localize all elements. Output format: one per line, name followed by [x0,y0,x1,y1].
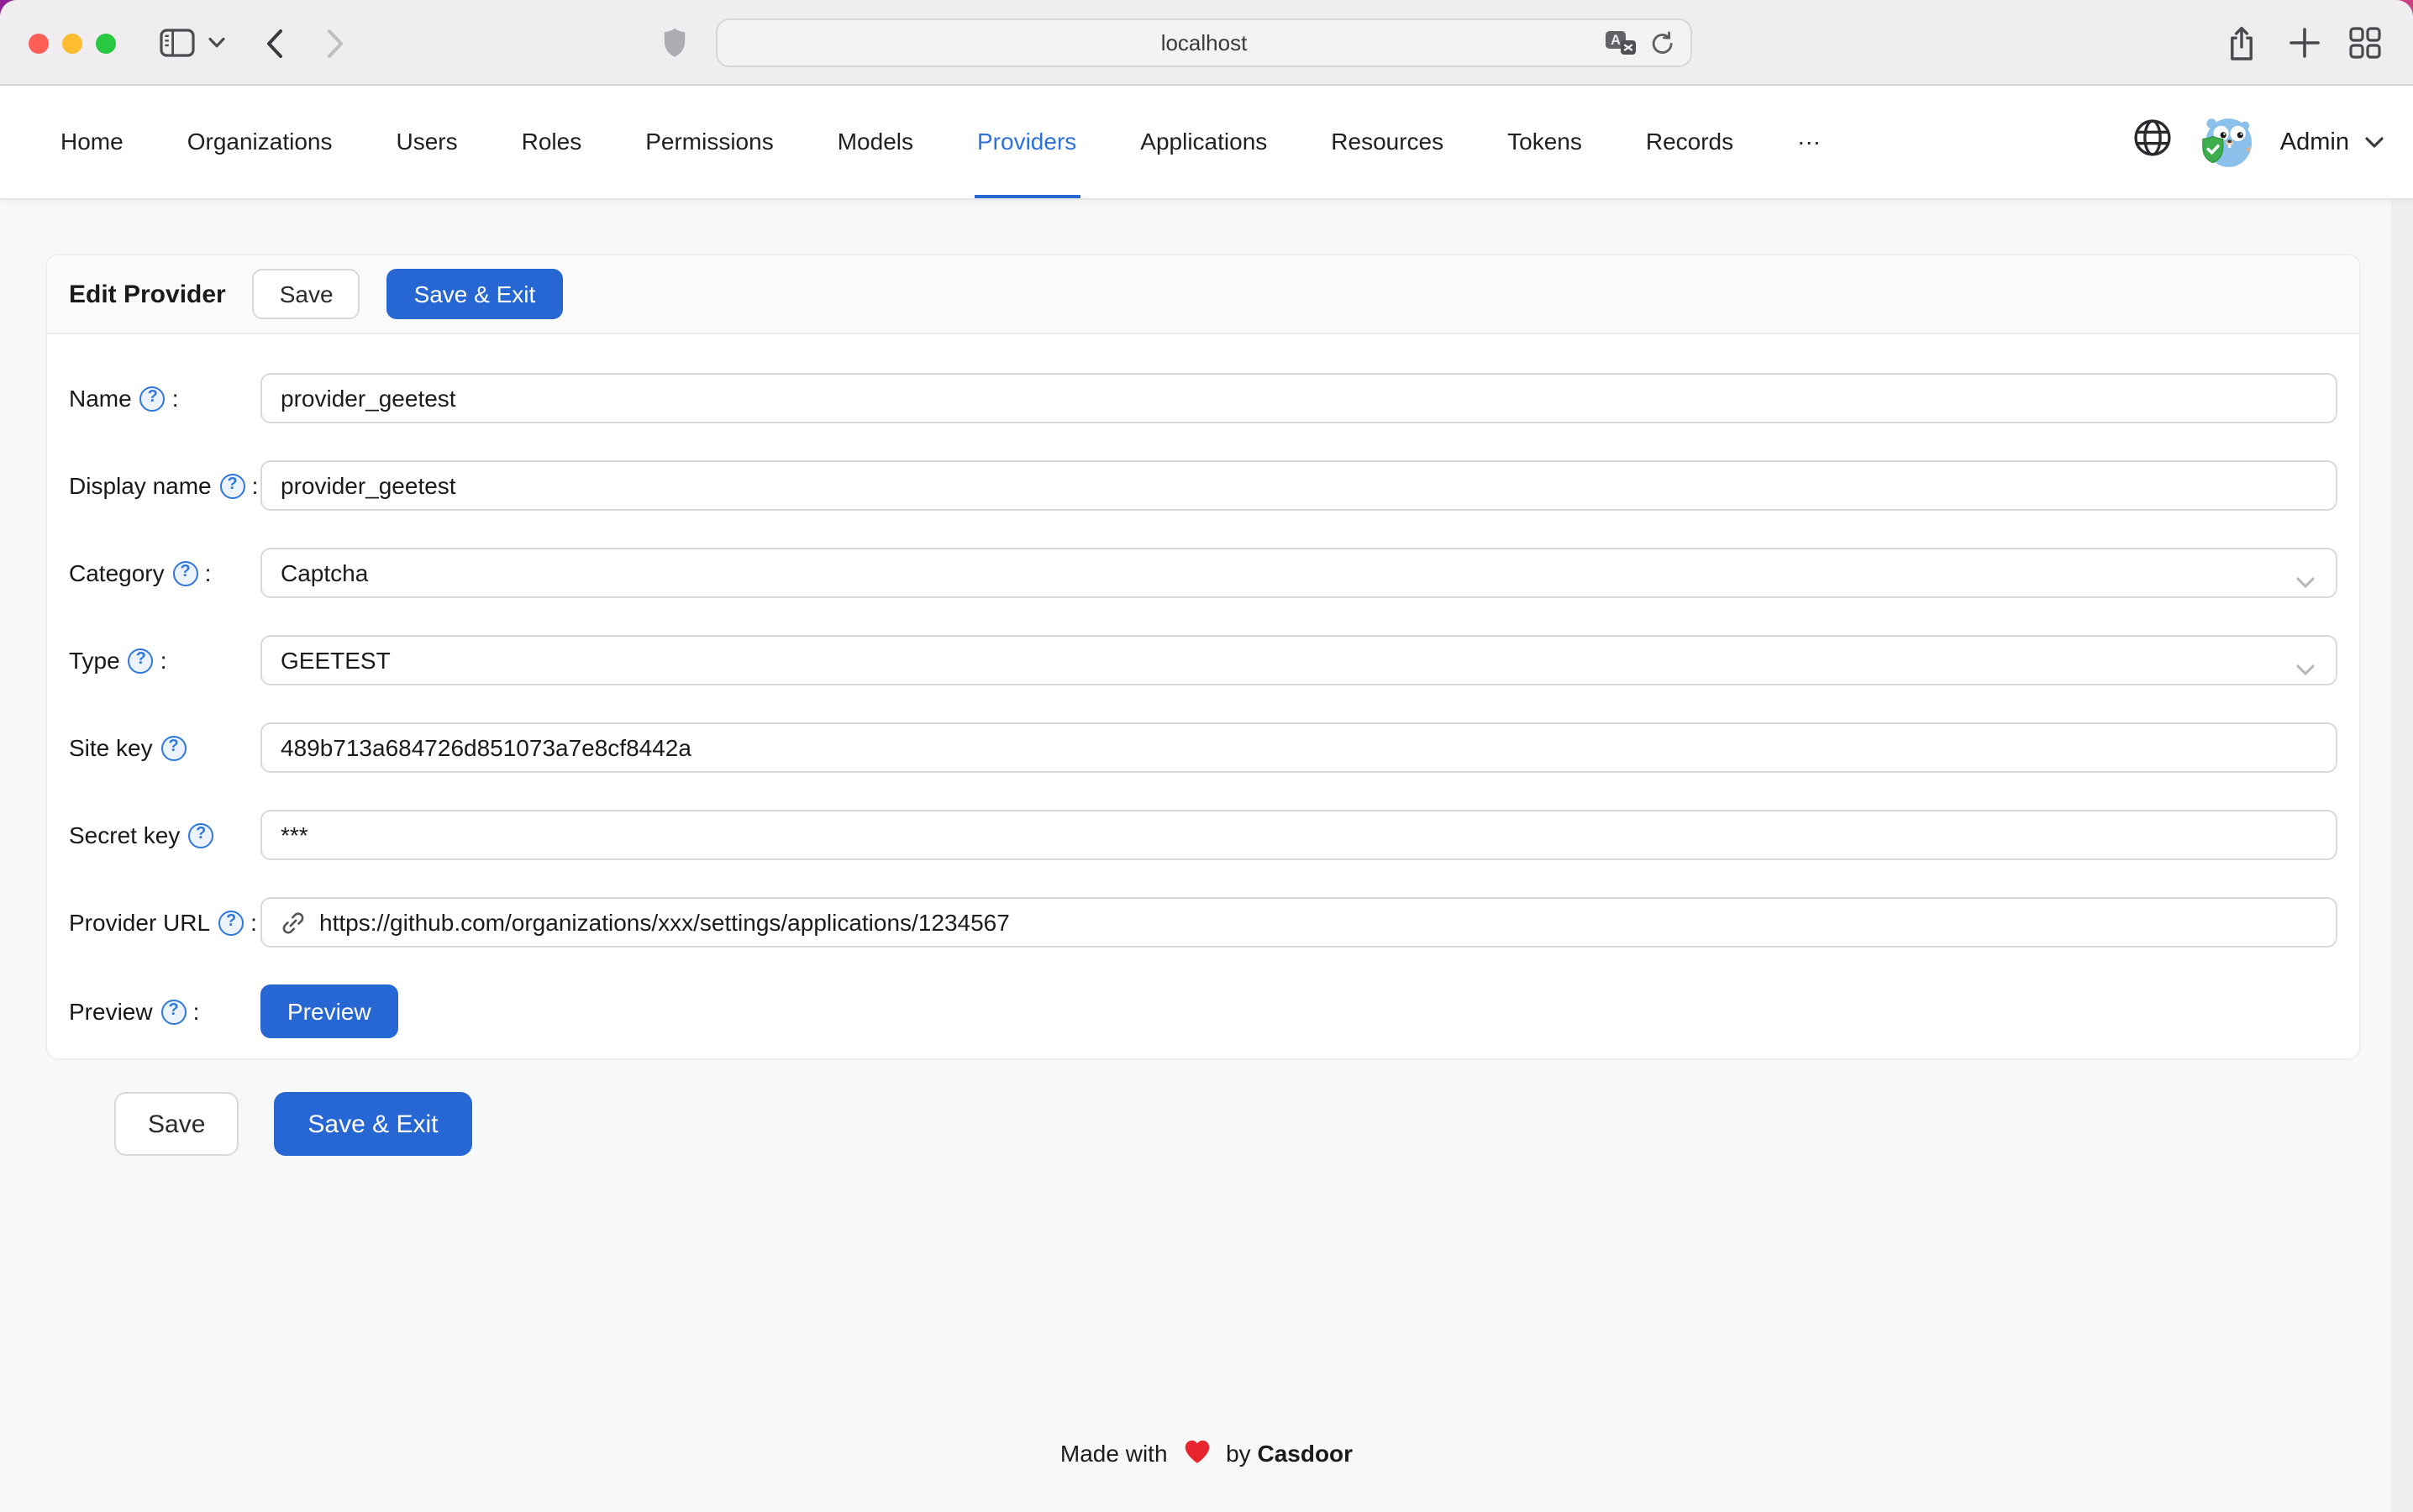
nav-item-roles[interactable]: Roles [522,86,582,198]
help-icon[interactable]: ? [220,473,245,498]
form-row-preview: Preview ? : Preview [69,984,2337,1038]
footer-brand-link[interactable]: Casdoor [1257,1440,1353,1467]
category-label: Category [69,559,165,586]
type-label: Type [69,647,120,674]
save-button-bottom[interactable]: Save [114,1092,239,1156]
form-row-category: Category ? : Captcha [69,548,2337,598]
help-icon[interactable]: ? [129,648,154,673]
link-icon[interactable] [281,910,306,935]
sidebar-toggle-icon[interactable] [160,29,195,57]
site-key-label: Site key [69,734,153,761]
tab-overview-icon[interactable] [2349,27,2381,59]
help-icon[interactable]: ? [173,560,198,585]
account-chevron-down-icon [2364,127,2384,157]
privacy-shield-icon[interactable] [662,27,687,59]
nav-item-tokens[interactable]: Tokens [1507,86,1582,198]
help-icon[interactable]: ? [218,910,244,935]
type-select[interactable]: GEETEST [260,635,2337,685]
form-row-type: Type ? : GEETEST [69,635,2337,685]
secret-key-input[interactable]: *** [260,810,2337,860]
form-row-name: Name ? : provider_geetest [69,373,2337,423]
language-globe-icon[interactable] [2132,118,2173,166]
scrollbar-track[interactable] [2391,200,2413,1512]
nav-item-users[interactable]: Users [397,86,458,198]
footer-made-with: Made with [1060,1440,1168,1467]
address-bar[interactable]: localhost A [716,18,1692,67]
share-icon[interactable] [2225,24,2258,64]
footer: Made with by Casdoor [0,1438,2413,1470]
zoom-window-button[interactable] [96,34,116,54]
edit-provider-card: Edit Provider Save Save & Exit Name ? : … [45,254,2361,1060]
help-icon[interactable]: ? [161,735,187,760]
name-label: Name [69,385,132,412]
nav-item-records[interactable]: Records [1646,86,1733,198]
help-icon[interactable]: ? [140,386,166,411]
reload-icon[interactable] [1650,29,1675,56]
chevron-down-icon [2295,568,2316,598]
forward-icon[interactable] [326,29,344,59]
nav-item-models[interactable]: Models [838,86,913,198]
form-row-secret-key: Secret key ? *** [69,810,2337,860]
footer-by: by [1226,1440,1251,1467]
nav-item-resources[interactable]: Resources [1331,86,1443,198]
window-controls [29,34,116,54]
nav-item-permissions[interactable]: Permissions [645,86,774,198]
preview-label: Preview [69,998,153,1025]
form-row-display-name: Display name ? : provider_geetest [69,460,2337,511]
save-button-top[interactable]: Save [253,269,360,319]
svg-text:A: A [1611,33,1621,48]
account-name: Admin [2280,129,2349,155]
display-name-input[interactable]: provider_geetest [260,460,2337,511]
site-key-input[interactable]: 489b713a684726d851073a7e8cf8442a [260,722,2337,773]
nav-item-providers[interactable]: Providers [977,86,1076,198]
help-icon[interactable]: ? [188,822,213,848]
chevron-down-icon [2295,655,2316,685]
avatar[interactable] [2198,113,2255,171]
account-menu[interactable]: Admin [2280,127,2384,157]
provider-url-input[interactable]: https://github.com/organizations/xxx/set… [260,897,2337,948]
bottom-actions: Save Save & Exit [114,1092,472,1156]
nav-item-applications[interactable]: Applications [1140,86,1267,198]
page-title: Edit Provider [69,280,226,308]
heart-icon [1182,1438,1211,1470]
nav-item-home[interactable]: Home [60,86,124,198]
form-row-provider-url: Provider URL ? : https://github.com/orga… [69,897,2337,948]
sidebar-chevron-down-icon[interactable] [208,37,225,49]
nav-item-organizations[interactable]: Organizations [187,86,333,198]
provider-form: Name ? : provider_geetest Display name ?… [47,334,2359,1058]
provider-url-label: Provider URL [69,909,210,936]
help-icon[interactable]: ? [161,999,187,1024]
secret-key-label: Secret key [69,822,180,848]
browser-window: localhost A Home Organizations Users Rol… [0,0,2413,1512]
browser-toolbar: localhost A [0,0,2413,86]
name-input[interactable]: provider_geetest [260,373,2337,423]
page-content: Edit Provider Save Save & Exit Name ? : … [0,200,2413,1512]
nav-overflow-ellipsis[interactable]: ··· [1797,86,1821,198]
category-select[interactable]: Captcha [260,548,2337,598]
app-navbar: Home Organizations Users Roles Permissio… [0,86,2413,200]
card-header: Edit Provider Save Save & Exit [47,255,2359,334]
minimize-window-button[interactable] [62,34,82,54]
display-name-label: Display name [69,472,212,499]
save-exit-button-bottom[interactable]: Save & Exit [274,1092,471,1156]
preview-button[interactable]: Preview [260,984,398,1038]
close-window-button[interactable] [29,34,49,54]
translate-icon[interactable]: A [1605,30,1637,55]
new-tab-icon[interactable] [2289,27,2321,59]
save-exit-button-top[interactable]: Save & Exit [387,269,563,319]
viewport: localhost A Home Organizations Users Rol… [0,0,2413,1512]
form-row-site-key: Site key ? 489b713a684726d851073a7e8cf84… [69,722,2337,773]
address-bar-url: localhost [1161,30,1248,55]
back-icon[interactable] [265,29,284,59]
